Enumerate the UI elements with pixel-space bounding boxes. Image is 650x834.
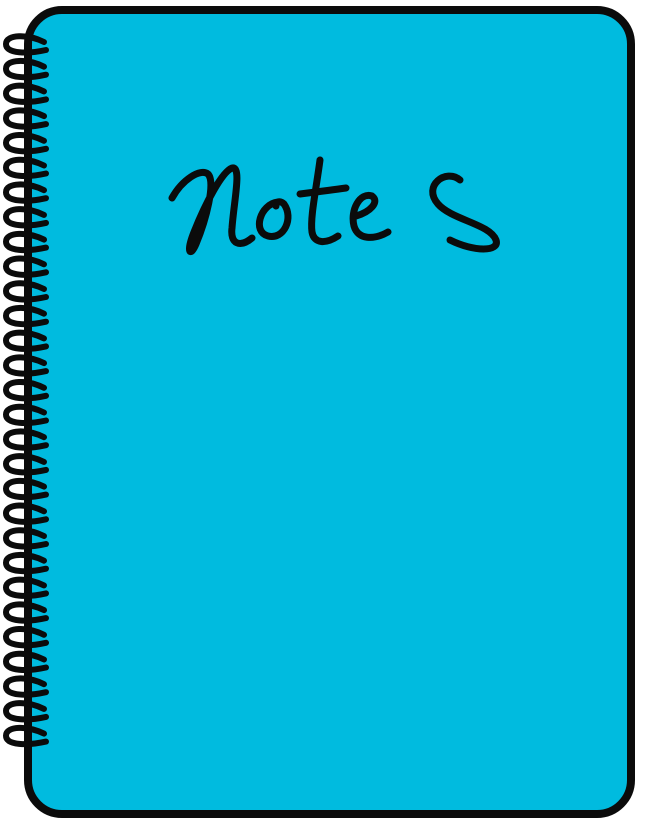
spiral-coil-icon — [2, 453, 49, 476]
spiral-coil-icon — [2, 304, 49, 328]
spiral-coil-icon — [2, 82, 49, 105]
spiral-coil-icon — [2, 230, 49, 254]
letter-t-crossbar — [296, 184, 350, 198]
spiral-coil-icon — [2, 57, 49, 81]
spiral-coil-icon — [2, 477, 49, 501]
spiral-coil-icon — [2, 650, 49, 673]
spiral-coil-icon — [2, 601, 49, 624]
spiral-coil-icon — [2, 181, 49, 204]
spiral-coil-icon — [2, 502, 49, 525]
notebook-cover — [24, 6, 635, 818]
notebook-illustration: Notes — [0, 0, 650, 834]
spiral-coil-icon — [2, 551, 49, 575]
spiral-coil-icon — [2, 206, 49, 229]
spiral-coil-icon — [2, 132, 49, 155]
spiral-binding — [2, 33, 49, 748]
spiral-coil-icon — [2, 724, 49, 748]
spiral-coil-icon — [2, 576, 49, 599]
letter-n-stroke — [168, 164, 256, 256]
spiral-coil-icon — [2, 280, 49, 303]
spiral-coil-icon — [2, 107, 49, 130]
spiral-coil-icon — [2, 156, 49, 179]
spiral-coil-icon — [2, 700, 49, 723]
spiral-coil-icon — [2, 403, 49, 426]
spiral-coil-icon — [2, 255, 49, 278]
spiral-coil-icon — [2, 626, 49, 649]
cover-title-lettering — [168, 156, 500, 256]
letter-o-stroke — [255, 198, 292, 240]
spiral-coil-icon — [2, 329, 49, 352]
spiral-coil-icon — [2, 33, 49, 56]
spiral-coil-icon — [2, 675, 49, 698]
letter-e-stroke — [349, 192, 392, 241]
spiral-coil-icon — [2, 354, 49, 377]
letter-t-stroke — [308, 156, 342, 245]
spiral-coil-icon — [2, 527, 49, 550]
spiral-coil-icon — [2, 428, 49, 451]
spiral-coil-icon — [2, 379, 49, 402]
letter-s-stroke — [429, 172, 500, 253]
